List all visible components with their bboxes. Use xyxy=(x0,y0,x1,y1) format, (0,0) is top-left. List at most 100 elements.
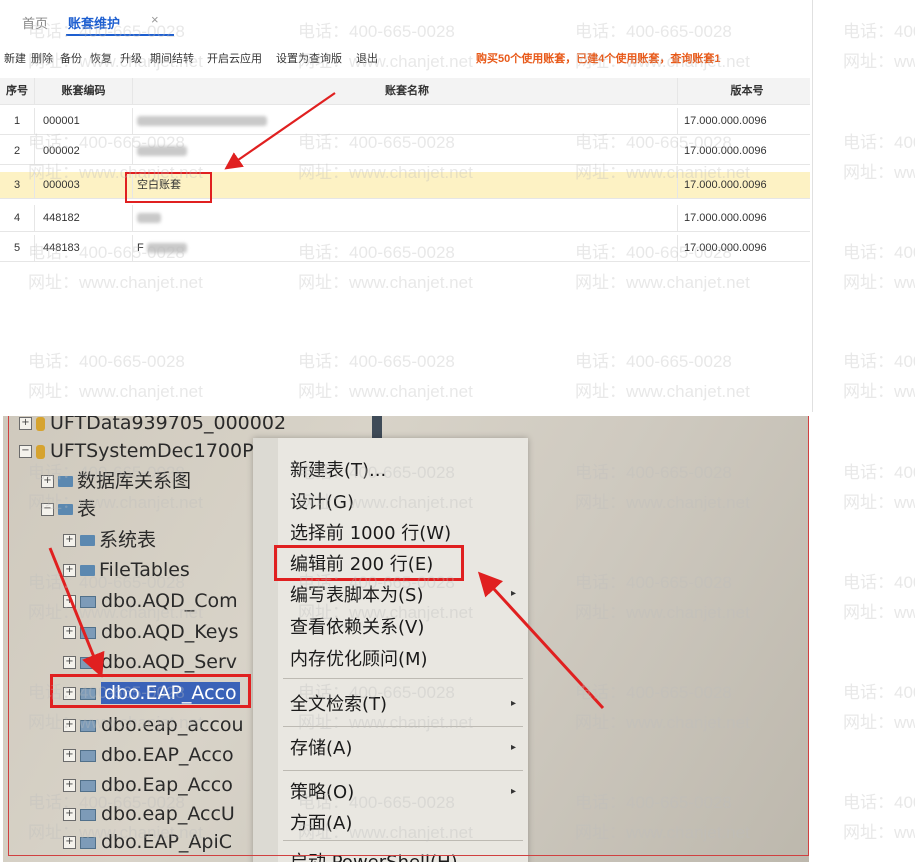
tab-home[interactable]: 首页 xyxy=(22,13,48,32)
menu-item-select-top-1000[interactable]: 选择前 1000 行(W) xyxy=(290,519,451,545)
folder-icon xyxy=(58,476,73,487)
row-name: 空白账套 xyxy=(132,172,677,198)
expand-icon[interactable]: + xyxy=(63,836,76,849)
watermark: 电话：400-665-0028 网址：www.chanjet.net xyxy=(843,678,915,738)
table-label: dbo.EAP_Acco xyxy=(101,744,234,766)
table-icon xyxy=(80,656,96,669)
expand-icon[interactable]: + xyxy=(63,779,76,792)
tree-node-diagrams[interactable]: + 数据库关系图 xyxy=(41,468,191,494)
expand-icon[interactable]: + xyxy=(63,719,76,732)
row-name xyxy=(132,138,677,164)
header-code: 账套编码 xyxy=(34,78,132,104)
row-version: 17.000.000.0096 xyxy=(677,205,810,231)
tab-account-maintenance[interactable]: 账套维护 xyxy=(68,13,120,32)
table-label: dbo.EAP_ApiC xyxy=(101,831,233,853)
collapse-icon[interactable]: − xyxy=(41,503,54,516)
tree-node-db2[interactable]: − UFTSystemDec1700Pro xyxy=(19,438,272,464)
database-icon xyxy=(36,416,45,431)
restore-button[interactable]: 恢复 xyxy=(90,50,112,66)
table-header: 序号 账套编码 账套名称 版本号 xyxy=(0,78,810,105)
expand-icon[interactable]: + xyxy=(63,626,76,639)
watermark-site: 网址：www.chanjet.net xyxy=(843,713,915,732)
tree-node-table[interactable]: + dbo.AQD_Com xyxy=(63,588,238,614)
watermark-phone: 电话：400-665-0028 xyxy=(843,463,915,482)
row-name: F xyxy=(132,235,677,261)
tree-node-table[interactable]: + dbo.EAP_Acco xyxy=(63,742,234,768)
row-code: 000002 xyxy=(34,138,132,164)
watermark-site: 网址：www.chanjet.net xyxy=(843,493,915,512)
table-row-selected[interactable]: 3 000003 空白账套 17.000.000.0096 xyxy=(0,172,810,199)
watermark: 电话：400-665-0028 网址：www.chanjet.net xyxy=(843,128,915,188)
submenu-arrow-icon: ▸ xyxy=(511,742,517,753)
tree-node-table[interactable]: + dbo.EAP_ApiC xyxy=(63,829,232,855)
backup-button[interactable]: 备份 xyxy=(60,50,82,66)
menu-item-view-dependencies[interactable]: 查看依赖关系(V) xyxy=(290,613,424,639)
table-label: dbo.AQD_Com xyxy=(101,590,238,612)
watermark-site: 网址：www.chanjet.net xyxy=(843,273,915,292)
table-label: dbo.Eap_Acco xyxy=(101,774,233,796)
row-code: 448183 xyxy=(34,235,132,261)
account-maintenance-panel: 首页 账套维护 × 新建 删除 备份 恢复 升级 期间结转 开启云应用 设置为查… xyxy=(0,0,813,412)
expand-icon[interactable]: + xyxy=(63,564,76,577)
tree-node-filetables[interactable]: + FileTables xyxy=(63,557,190,583)
table-row[interactable]: 1 000001 17.000.000.0096 xyxy=(0,108,810,135)
menu-item-full-text-index[interactable]: 全文检索(T) xyxy=(290,690,387,716)
watermark: 电话：400-665-0028 网址：www.chanjet.net xyxy=(843,788,915,848)
menu-item-facets[interactable]: 方面(A) xyxy=(290,809,352,835)
watermark-site: 网址：www.chanjet.net xyxy=(843,52,915,71)
header-no: 序号 xyxy=(6,85,28,97)
row-no: 3 xyxy=(13,179,21,191)
tab-close-icon[interactable]: × xyxy=(151,12,159,27)
blurred-name xyxy=(137,116,267,127)
table-icon xyxy=(80,626,96,639)
expand-icon[interactable]: + xyxy=(41,475,54,488)
tree-node-tables[interactable]: − 表 xyxy=(41,496,96,522)
menu-item-memory-optimization-advisor[interactable]: 内存优化顾问(M) xyxy=(290,645,428,671)
tree-node-table[interactable]: + dbo.AQD_Serv xyxy=(63,649,237,675)
menu-item-new-table[interactable]: 新建表(T)... xyxy=(290,456,386,482)
watermark-site: 网址：www.chanjet.net xyxy=(843,603,915,622)
tree-node-table[interactable]: + dbo.eap_AccU xyxy=(63,801,235,827)
watermark-phone: 电话：400-665-0028 xyxy=(843,243,915,262)
expand-icon[interactable]: + xyxy=(63,656,76,669)
watermark-phone: 电话：400-665-0028 xyxy=(843,793,915,812)
exit-button[interactable]: 退出 xyxy=(356,50,378,66)
table-row[interactable]: 4 448182 17.000.000.0096 xyxy=(0,205,810,232)
tree-node-table[interactable]: + dbo.AQD_Keys xyxy=(63,619,239,645)
menu-item-start-powershell[interactable]: 启动 PowerShell(H) xyxy=(290,848,458,862)
enable-cloud-button[interactable]: 开启云应用 xyxy=(207,50,262,66)
menu-item-storage[interactable]: 存储(A) xyxy=(290,734,352,760)
menu-item-policies[interactable]: 策略(O) xyxy=(290,778,354,804)
expand-icon[interactable]: + xyxy=(63,595,76,608)
menu-item-design[interactable]: 设计(G) xyxy=(290,488,354,514)
table-row[interactable]: 2 000002 17.000.000.0096 xyxy=(0,138,810,165)
table-icon xyxy=(80,836,96,849)
tree-node-db1[interactable]: + UFTData939705_000002 xyxy=(19,416,286,436)
blurred-name xyxy=(146,243,187,254)
table-icon xyxy=(80,719,96,732)
menu-item-script-table-as[interactable]: 编写表脚本为(S) xyxy=(290,581,423,607)
table-label: dbo.eap_accou xyxy=(101,714,244,736)
watermark-site: 网址：www.chanjet.net xyxy=(843,382,915,401)
row-no: 1 xyxy=(13,115,21,127)
tree-node-system-tables[interactable]: + 系统表 xyxy=(63,527,156,553)
tree-node-table[interactable]: + dbo.eap_accou xyxy=(63,712,244,738)
new-button[interactable]: 新建 xyxy=(4,50,26,66)
upgrade-button[interactable]: 升级 xyxy=(120,50,142,66)
watermark: 电话：400-665-0028 网址：www.chanjet.net xyxy=(843,347,915,407)
delete-button[interactable]: 删除 xyxy=(31,50,53,66)
table-label: dbo.eap_AccU xyxy=(101,803,235,825)
set-query-version-button[interactable]: 设置为查询版 xyxy=(276,50,342,66)
submenu-arrow-icon: ▸ xyxy=(511,698,517,709)
row-version: 17.000.000.0096 xyxy=(677,138,810,164)
submenu-arrow-icon: ▸ xyxy=(511,588,517,599)
table-row[interactable]: 5 448183 F 17.000.000.0096 xyxy=(0,235,810,262)
expand-icon[interactable]: + xyxy=(19,417,32,430)
expand-icon[interactable]: + xyxy=(63,749,76,762)
table-icon xyxy=(80,749,96,762)
expand-icon[interactable]: + xyxy=(63,808,76,821)
expand-icon[interactable]: + xyxy=(63,534,76,547)
collapse-icon[interactable]: − xyxy=(19,445,32,458)
tree-node-table[interactable]: + dbo.Eap_Acco xyxy=(63,772,233,798)
period-close-button[interactable]: 期间结转 xyxy=(150,50,194,66)
